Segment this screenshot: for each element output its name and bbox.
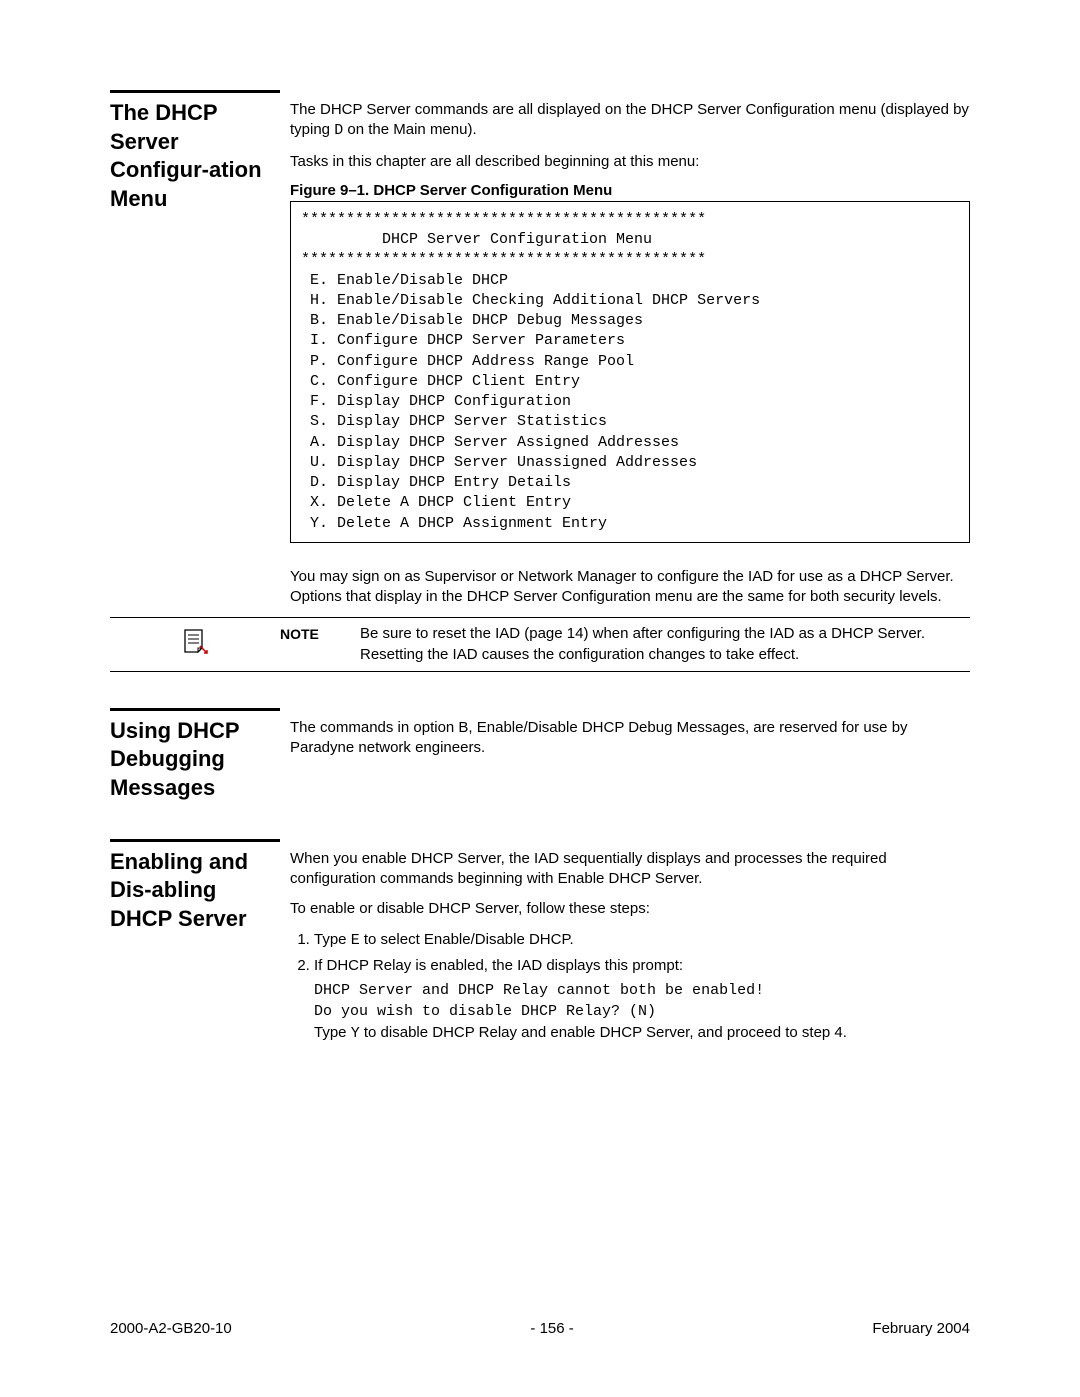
side-heading: Using DHCP Debugging Messages bbox=[110, 708, 280, 803]
paragraph: The commands in option B, Enable/Disable… bbox=[290, 718, 970, 759]
heading-text: Using DHCP Debugging Messages bbox=[110, 717, 280, 803]
note-label: NOTE bbox=[280, 624, 360, 642]
section-enabling-disabling-dhcp: Enabling and Dis-abling DHCP Server When… bbox=[110, 839, 970, 1045]
footer-left: 2000-A2-GB20-10 bbox=[110, 1320, 232, 1337]
list-item: If DHCP Relay is enabled, the IAD displa… bbox=[314, 955, 970, 976]
side-heading: Enabling and Dis-abling DHCP Server bbox=[110, 839, 280, 1045]
paragraph: When you enable DHCP Server, the IAD seq… bbox=[290, 849, 970, 890]
inline-key: Y bbox=[351, 1025, 360, 1042]
paragraph: Tasks in this chapter are all described … bbox=[290, 152, 970, 172]
paragraph: You may sign on as Supervisor or Network… bbox=[290, 567, 970, 608]
side-heading: The DHCP Server Configur-ation Menu bbox=[110, 90, 280, 672]
inline-key: E bbox=[351, 932, 360, 949]
section-content: When you enable DHCP Server, the IAD seq… bbox=[290, 839, 970, 1045]
section-content: The commands in option B, Enable/Disable… bbox=[290, 708, 970, 803]
figure-caption: Figure 9–1. DHCP Server Configuration Me… bbox=[290, 182, 970, 199]
paragraph: The DHCP Server commands are all display… bbox=[290, 100, 970, 142]
steps-list: Type E to select Enable/Disable DHCP. If… bbox=[290, 929, 970, 976]
prompt-line: Do you wish to disable DHCP Relay? (N) bbox=[314, 1001, 970, 1022]
footer-right: February 2004 bbox=[872, 1320, 970, 1337]
section-using-dhcp-debugging: Using DHCP Debugging Messages The comman… bbox=[110, 708, 970, 803]
note-text: Be sure to reset the IAD (page 14) when … bbox=[360, 624, 970, 665]
menu-box: ****************************************… bbox=[290, 201, 970, 543]
footer-center: - 156 - bbox=[530, 1320, 573, 1337]
section-dhcp-server-config-menu: The DHCP Server Configur-ation Menu The … bbox=[110, 90, 970, 672]
note-icon-wrapper bbox=[110, 624, 280, 660]
note-block: NOTE Be sure to reset the IAD (page 14) … bbox=[110, 617, 970, 672]
section-content: The DHCP Server commands are all display… bbox=[290, 90, 970, 672]
heading-text: Enabling and Dis-abling DHCP Server bbox=[110, 848, 280, 934]
list-item: Type E to select Enable/Disable DHCP. bbox=[314, 929, 970, 951]
paragraph: To enable or disable DHCP Server, follow… bbox=[290, 899, 970, 919]
step-subtext: Type Y to disable DHCP Relay and enable … bbox=[314, 1022, 970, 1044]
page-footer: 2000-A2-GB20-10 - 156 - February 2004 bbox=[110, 1320, 970, 1337]
note-icon bbox=[180, 643, 210, 660]
inline-key: D bbox=[334, 122, 343, 139]
prompt-line: DHCP Server and DHCP Relay cannot both b… bbox=[314, 980, 970, 1001]
heading-text: The DHCP Server Configur-ation Menu bbox=[110, 99, 280, 213]
